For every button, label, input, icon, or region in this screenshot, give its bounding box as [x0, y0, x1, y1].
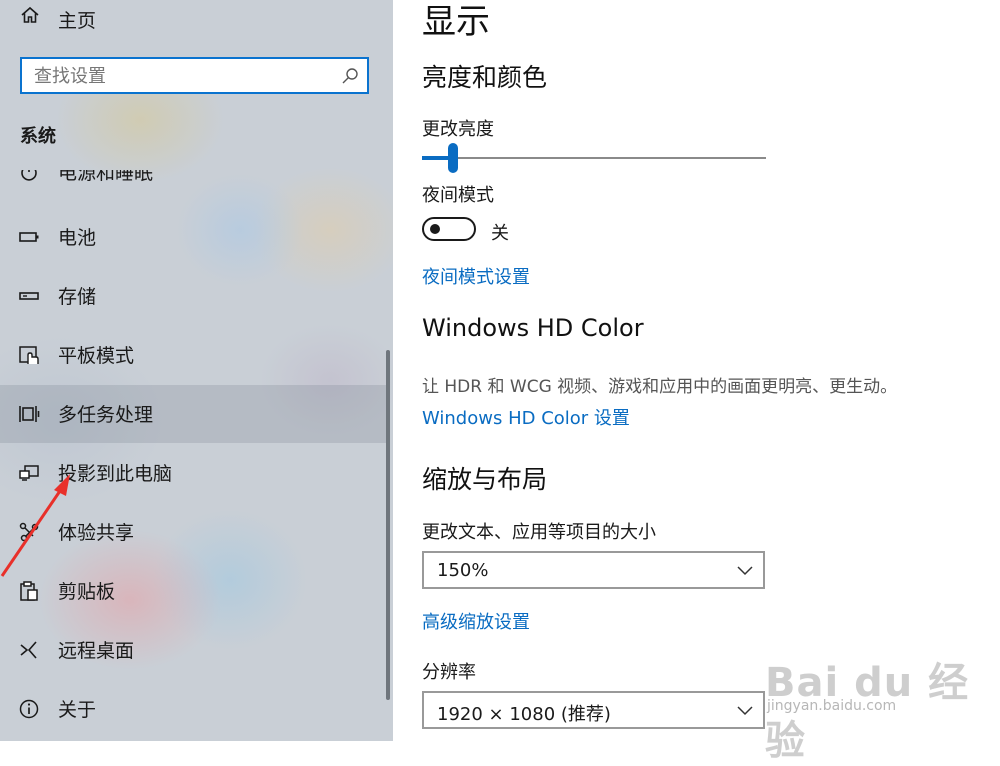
home-nav-item[interactable]: 主页: [0, 0, 393, 38]
sidebar-item-power-sleep[interactable]: 电源和睡眠: [0, 170, 390, 192]
scale-section-title: 缩放与布局: [422, 465, 548, 494]
search-box[interactable]: [20, 57, 369, 94]
search-icon[interactable]: [341, 67, 359, 85]
sidebar-scrollbar[interactable]: [386, 350, 390, 700]
sidebar-item-label: 电源和睡眠: [58, 170, 154, 184]
hdr-section-title: Windows HD Color: [422, 314, 644, 342]
resolution-value: 1920 × 1080 (推荐): [437, 704, 611, 725]
sidebar-item-label: 关于: [58, 699, 97, 721]
brightness-section-title: 亮度和颜色: [422, 63, 548, 92]
brightness-label: 更改亮度: [422, 119, 494, 140]
chevron-down-icon: [737, 566, 753, 576]
battery-icon: [19, 232, 39, 242]
hdr-description: 让 HDR 和 WCG 视频、游戏和应用中的画面更明亮、更生动。: [422, 377, 898, 397]
sidebar-item-label: 电池: [58, 227, 97, 249]
night-mode-settings-link[interactable]: 夜间模式设置: [422, 263, 530, 289]
sidebar-item-label: 剪贴板: [58, 581, 116, 603]
remote-desktop-icon: [20, 641, 37, 659]
sidebar-item-remote-desktop[interactable]: 远程桌面: [0, 621, 390, 679]
section-title: 系统: [20, 126, 56, 147]
scale-label: 更改文本、应用等项目的大小: [422, 522, 656, 543]
sidebar-item-battery[interactable]: 电池: [0, 208, 390, 266]
display-settings-pane: 显示 亮度和颜色 更改亮度 夜间模式 关 夜间模式设置 Windows HD C…: [393, 0, 1000, 741]
toggle-knob: [430, 224, 440, 234]
home-label: 主页: [58, 10, 97, 32]
home-icon: [21, 6, 39, 23]
clipboard-icon: [20, 581, 38, 601]
resolution-label: 分辨率: [422, 662, 476, 683]
sidebar-item-tablet-mode[interactable]: 平板模式: [0, 326, 390, 384]
watermark-site: jingyan.baidu.com: [767, 698, 897, 714]
slider-thumb[interactable]: [448, 143, 458, 173]
annotation-arrow-icon: [0, 474, 70, 577]
slider-track: [422, 157, 766, 159]
multitasking-icon: [19, 406, 40, 422]
hdr-settings-link[interactable]: Windows HD Color 设置: [422, 404, 630, 430]
info-icon: [19, 699, 39, 719]
search-input[interactable]: [34, 65, 334, 87]
scale-value: 150%: [437, 560, 489, 581]
sidebar-item-about[interactable]: 关于: [0, 680, 390, 738]
scale-dropdown[interactable]: 150%: [422, 551, 765, 589]
power-icon: [21, 170, 37, 181]
night-mode-toggle[interactable]: [422, 217, 476, 241]
settings-sidebar: 主页 系统 电源和睡眠 电池 存储: [0, 0, 393, 741]
sidebar-item-label: 远程桌面: [58, 640, 135, 662]
sidebar-item-label: 多任务处理: [58, 404, 154, 426]
brightness-slider[interactable]: [422, 143, 767, 173]
page-title: 显示: [422, 2, 490, 42]
resolution-dropdown[interactable]: 1920 × 1080 (推荐): [422, 691, 765, 729]
sidebar-item-storage[interactable]: 存储: [0, 267, 390, 325]
baidu-watermark: Bai du 经验 jingyan.baidu.com: [757, 632, 997, 764]
night-mode-label: 夜间模式: [422, 185, 494, 206]
sidebar-item-multitasking[interactable]: 多任务处理: [0, 385, 390, 443]
sidebar-item-label: 平板模式: [58, 345, 135, 367]
storage-icon: [19, 292, 39, 300]
chevron-down-icon: [737, 706, 753, 716]
tablet-mode-icon: [19, 346, 39, 364]
sidebar-item-label: 存储: [58, 286, 97, 308]
advanced-scaling-link[interactable]: 高级缩放设置: [422, 608, 530, 634]
night-mode-state: 关: [491, 223, 509, 244]
